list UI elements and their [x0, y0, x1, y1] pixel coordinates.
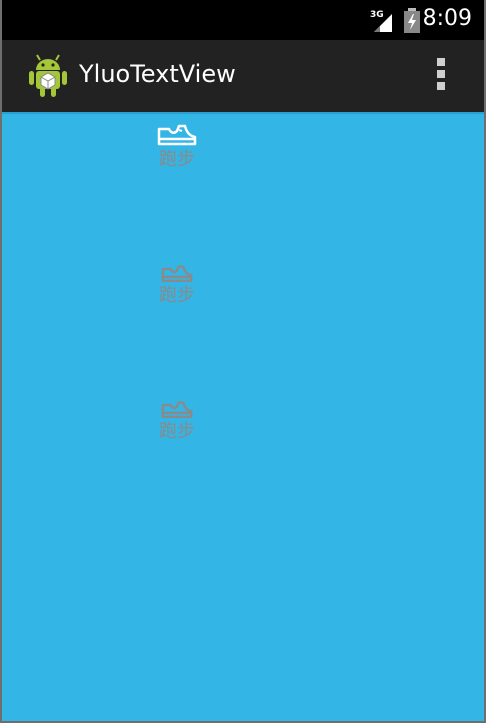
tab-item-running-1[interactable]: 跑步 — [147, 120, 207, 170]
status-bar: 3G 8:09 — [2, 0, 484, 40]
tab-item-label: 跑步 — [159, 149, 195, 170]
tab-item-label: 跑步 — [159, 285, 195, 306]
shoe-icon — [157, 124, 197, 146]
network-type-text: 3G — [370, 10, 384, 20]
android-app-icon — [29, 54, 67, 97]
signal-3g-icon: 3G — [370, 10, 392, 32]
overflow-menu-icon[interactable] — [434, 58, 448, 96]
action-bar: YluoTextView — [2, 40, 484, 114]
app-title: YluoTextView — [79, 60, 236, 88]
shoe-icon — [161, 265, 193, 283]
tab-item-label: 跑步 — [159, 421, 195, 442]
status-time: 8:09 — [422, 6, 472, 31]
shoe-icon — [161, 401, 193, 419]
tab-item-running-3[interactable]: 跑步 — [147, 398, 207, 442]
app-window: 3G 8:09 YluoTextView 跑步 跑步 跑步 — [0, 0, 486, 723]
battery-icon — [404, 8, 420, 33]
tab-item-running-2[interactable]: 跑步 — [147, 262, 207, 306]
